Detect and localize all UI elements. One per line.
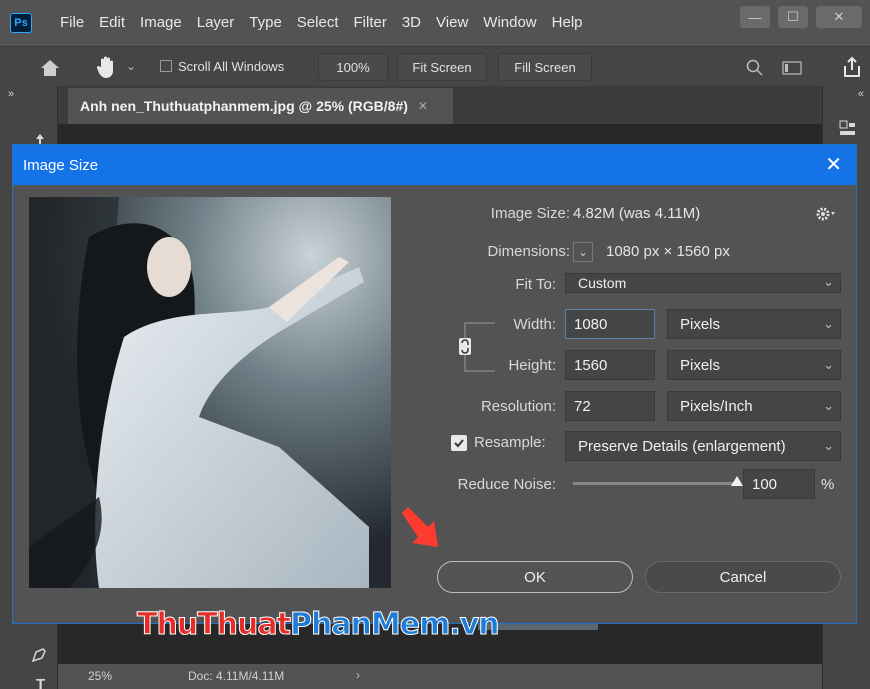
reduce-noise-slider[interactable]	[573, 476, 743, 486]
menu-edit[interactable]: Edit	[99, 14, 125, 31]
resolution-label: Resolution:	[480, 398, 556, 415]
watermark-logo: ThuThuatPhanMem.vn	[136, 607, 500, 643]
collapse-panel-icon[interactable]: »	[8, 88, 14, 100]
menu-bar: Ps File Edit Image Layer Type Select Fil…	[0, 0, 870, 46]
image-size-value: 4.82M (was 4.11M)	[573, 205, 701, 222]
scroll-all-label: Scroll All Windows	[178, 59, 285, 74]
image-size-label: Image Size:	[490, 205, 570, 222]
resample-select[interactable]: Preserve Details (enlargement) ⌄	[565, 431, 841, 461]
hand-tool-icon[interactable]	[96, 55, 118, 79]
zoom-100-button[interactable]: 100%	[318, 53, 388, 81]
chevron-down-icon: ⌄	[823, 398, 834, 413]
menu-select[interactable]: Select	[297, 14, 339, 31]
menu-help[interactable]: Help	[552, 14, 583, 31]
dialog-title: Image Size	[23, 156, 99, 174]
width-unit-select[interactable]: Pixels ⌄	[667, 309, 841, 339]
status-bar: 25% Doc: 4.11M/4.11M ›	[58, 664, 822, 689]
menu-file[interactable]: File	[60, 14, 84, 31]
options-bar: ⌄ Scroll All Windows 100% Fit Screen Fil…	[0, 46, 870, 86]
gear-icon[interactable]	[816, 207, 836, 221]
resample-checkbox[interactable]	[451, 435, 467, 451]
image-preview[interactable]	[29, 197, 391, 588]
maximize-button[interactable]: ☐	[778, 6, 808, 28]
ok-button[interactable]: OK	[437, 561, 633, 593]
checkmark-icon	[454, 439, 464, 448]
maximize-icon: ☐	[787, 9, 799, 24]
home-icon[interactable]	[40, 59, 60, 77]
height-label: Height:	[508, 357, 556, 374]
chevron-down-icon: ⌄	[577, 245, 589, 259]
dimensions-value: 1080 px × 1560 px	[606, 243, 730, 260]
status-doc-size: Doc: 4.11M/4.11M	[188, 669, 285, 683]
image-size-dialog: Image Size ✕ Image Size: 4.82M (was 4.11…	[12, 144, 857, 624]
fit-to-value: Custom	[578, 275, 627, 291]
menu-items: File Edit Image Layer Type Select Filter…	[60, 14, 598, 31]
chevron-down-icon: ⌄	[823, 438, 834, 453]
height-unit-value: Pixels	[680, 356, 721, 374]
document-tab-title: Anh nen_Thuthuatphanmem.jpg @ 25% (RGB/8…	[80, 98, 408, 114]
type-tool-icon[interactable]: T	[36, 676, 45, 689]
dimensions-label: Dimensions:	[487, 243, 570, 260]
close-icon: ✕	[833, 9, 845, 24]
share-icon[interactable]	[842, 56, 862, 78]
dialog-close-icon[interactable]: ✕	[825, 152, 842, 177]
minimize-icon: —	[748, 9, 762, 25]
reduce-noise-label: Reduce Noise:	[457, 476, 556, 493]
resample-label: Resample:	[474, 434, 546, 451]
menu-type[interactable]: Type	[249, 14, 282, 31]
height-unit-select[interactable]: Pixels ⌄	[667, 350, 841, 380]
resolution-unit-value: Pixels/Inch	[680, 397, 753, 415]
dialog-title-bar: Image Size ✕	[13, 145, 856, 185]
slider-thumb-icon[interactable]	[731, 476, 743, 486]
pen-tool-icon[interactable]	[30, 646, 48, 664]
expand-dock-icon[interactable]: «	[858, 88, 864, 100]
resample-value: Preserve Details (enlargement)	[578, 437, 786, 455]
watermark-part-4: .vn	[449, 607, 500, 643]
workspace-icon[interactable]	[782, 61, 802, 75]
status-expand-icon[interactable]: ›	[356, 668, 360, 682]
watermark-part-2: Thuat	[197, 607, 292, 643]
scroll-all-checkbox[interactable]	[160, 60, 172, 72]
chevron-down-icon: ⌄	[823, 316, 834, 331]
menu-image[interactable]: Image	[140, 14, 182, 31]
preview-photo	[29, 197, 391, 588]
dimensions-dropdown[interactable]: ⌄	[573, 242, 593, 262]
watermark-part-3: PhanMem	[289, 607, 450, 643]
reduce-noise-input[interactable]: 100	[743, 469, 815, 499]
menu-window[interactable]: Window	[483, 14, 536, 31]
menu-filter[interactable]: Filter	[354, 14, 387, 31]
close-tab-icon[interactable]: ✕	[418, 99, 428, 113]
fill-screen-button[interactable]: Fill Screen	[498, 53, 592, 81]
height-input[interactable]: 1560	[565, 350, 655, 380]
width-label: Width:	[513, 316, 556, 333]
fit-screen-button[interactable]: Fit Screen	[397, 53, 487, 81]
width-input[interactable]: 1080	[565, 309, 655, 339]
watermark-part-1: Thu	[136, 607, 198, 643]
red-arrow-icon	[402, 507, 438, 547]
cancel-button[interactable]: Cancel	[645, 561, 841, 593]
menu-layer[interactable]: Layer	[197, 14, 235, 31]
libraries-icon[interactable]	[839, 120, 857, 138]
resolution-unit-select[interactable]: Pixels/Inch ⌄	[667, 391, 841, 421]
document-tab[interactable]: Anh nen_Thuthuatphanmem.jpg @ 25% (RGB/8…	[68, 88, 453, 124]
close-window-button[interactable]: ✕	[816, 6, 862, 28]
menu-3d[interactable]: 3D	[402, 14, 421, 31]
reduce-noise-unit: %	[821, 476, 835, 493]
fit-to-select[interactable]: Custom ⌄	[565, 273, 841, 293]
photoshop-logo-icon: Ps	[10, 13, 32, 33]
menu-view[interactable]: View	[436, 14, 468, 31]
search-icon[interactable]	[746, 59, 764, 77]
minimize-button[interactable]: —	[740, 6, 770, 28]
fit-to-label: Fit To:	[515, 276, 556, 293]
status-zoom[interactable]: 25%	[88, 669, 112, 683]
width-unit-value: Pixels	[680, 315, 721, 333]
chevron-down-icon: ⌄	[823, 274, 834, 289]
resolution-input[interactable]: 72	[565, 391, 655, 421]
chevron-down-icon[interactable]: ⌄	[126, 59, 136, 73]
chevron-down-icon: ⌄	[823, 357, 834, 372]
